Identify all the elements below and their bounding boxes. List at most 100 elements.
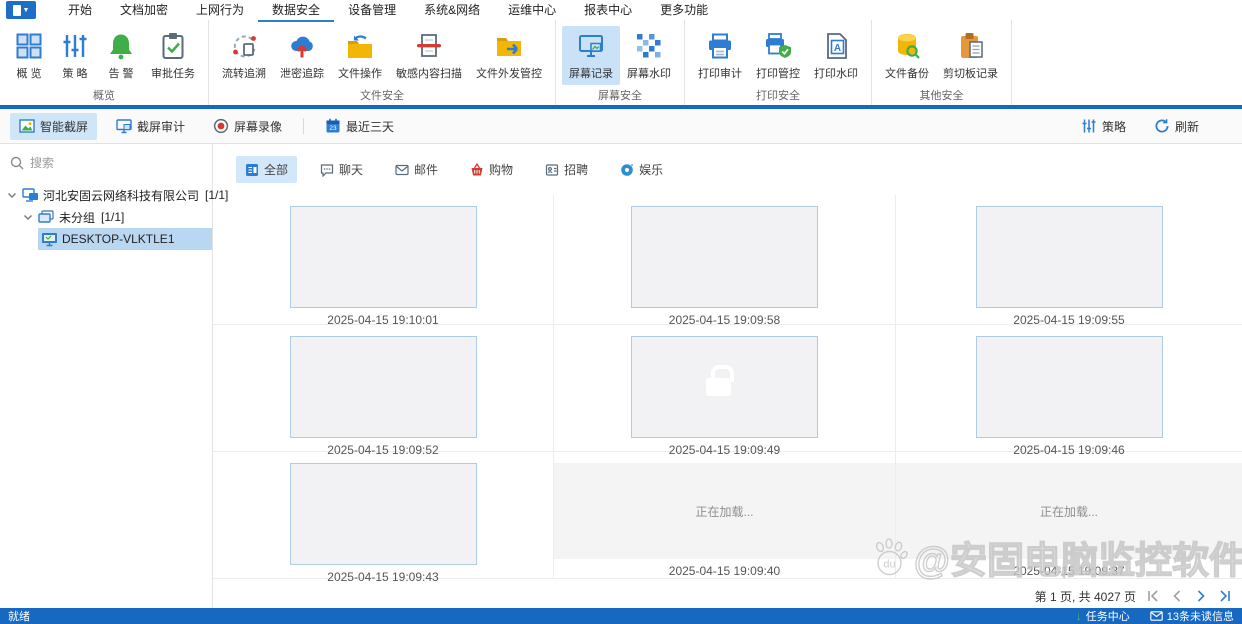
ribbon-button-screen-record[interactable]: 屏幕记录: [562, 26, 620, 85]
screenshot-thumbnail[interactable]: [631, 336, 818, 438]
ribbon-button-overview[interactable]: 概 览: [6, 26, 52, 85]
filter-recruitment[interactable]: 招聘: [536, 156, 597, 183]
last-page-icon[interactable]: [1218, 589, 1232, 603]
ribbon-button-screen-watermark[interactable]: 屏幕水印: [620, 26, 678, 85]
screenshot-thumbnail[interactable]: [290, 463, 477, 565]
search-box[interactable]: [0, 152, 212, 180]
menu-start[interactable]: 开始: [54, 0, 106, 22]
screenshot-cell[interactable]: 正在加载... 2025-04-15 19:09:37: [896, 452, 1242, 579]
menu-ops-center[interactable]: 运维中心: [494, 0, 570, 22]
svg-text:23: 23: [329, 125, 337, 132]
screenshot-cell[interactable]: 2025-04-15 19:10:01: [213, 195, 554, 325]
menu-items: 开始 文档加密 上网行为 数据安全 设备管理 系统&网络 运维中心 报表中心 更…: [54, 0, 722, 22]
screenshot-thumbnail[interactable]: [631, 206, 818, 308]
chevron-down-icon: ▼: [23, 7, 30, 14]
group-icon: [38, 210, 55, 225]
ribbon-group-overview: 概 览 策 略 告 警 审批任务 概览: [0, 20, 209, 105]
chevron-down-icon: [6, 189, 18, 201]
folder-return-icon: [345, 31, 375, 61]
ribbon-group-label: 文件安全: [215, 85, 549, 108]
screenshot-panel: 全部 聊天 邮件 购物 招聘 娱乐: [213, 144, 1242, 608]
capture-audit-button[interactable]: 截屏审计: [107, 113, 194, 140]
ribbon-button-sensitive-content-scan[interactable]: 敏感内容扫描: [389, 26, 469, 85]
screenshot-cell[interactable]: 2025-04-15 19:09:55: [896, 195, 1242, 325]
screenshot-grid: 2025-04-15 19:10:01 2025-04-15 19:09:58 …: [213, 195, 1242, 584]
screenshot-cell[interactable]: 2025-04-15 19:09:46: [896, 325, 1242, 452]
screenshot-thumbnail[interactable]: [976, 206, 1163, 308]
cloud-upload-icon: [287, 31, 317, 61]
next-page-icon[interactable]: [1194, 589, 1208, 603]
monitor-icon: [116, 118, 132, 134]
filter-entertainment[interactable]: 娱乐: [611, 156, 672, 183]
refresh-button[interactable]: 刷新: [1145, 113, 1208, 140]
picture-icon: [19, 118, 35, 134]
ribbon-button-alert[interactable]: 告 警: [98, 26, 144, 85]
recent-days-button[interactable]: 23 最近三天: [316, 113, 403, 140]
media-disc-icon: [620, 163, 634, 177]
screenshot-cell[interactable]: 2025-04-15 19:09:58: [554, 195, 896, 325]
screenshot-cell[interactable]: 2025-04-15 19:09:43: [213, 452, 554, 579]
tree-node-company[interactable]: 河北安固云网络科技有限公司 [1/1]: [0, 184, 212, 206]
filter-mail[interactable]: 邮件: [386, 156, 447, 183]
menu-web-behavior[interactable]: 上网行为: [182, 0, 258, 22]
screenshot-cell[interactable]: 正在加载... 2025-04-15 19:09:40: [554, 452, 896, 579]
ribbon-button-file-backup[interactable]: 文件备份: [878, 26, 936, 85]
screenshot-thumbnail[interactable]: [290, 206, 477, 308]
printer-icon: [705, 31, 735, 61]
ribbon-button-approval-tasks[interactable]: 审批任务: [144, 26, 202, 85]
device-tree: 河北安固云网络科技有限公司 [1/1] 未分组 [1/1] DESKTOP-VL…: [0, 180, 212, 250]
screenshot-cell[interactable]: 2025-04-15 19:09:52: [213, 325, 554, 452]
database-search-icon: [892, 31, 922, 61]
ribbon-group-label: 其他安全: [878, 85, 1005, 108]
filter-chat[interactable]: 聊天: [311, 156, 372, 183]
screenshot-thumbnail[interactable]: [976, 336, 1163, 438]
tree-node-computer[interactable]: DESKTOP-VLKTLE1: [38, 228, 212, 250]
menu-more-features[interactable]: 更多功能: [646, 0, 722, 22]
ribbon-button-leak-tracking[interactable]: 泄密追踪: [273, 26, 331, 85]
screen-recording-button[interactable]: 屏幕录像: [204, 113, 291, 140]
menu-doc-encryption[interactable]: 文档加密: [106, 0, 182, 22]
chat-bubble-icon: [320, 163, 334, 177]
search-icon: [10, 156, 24, 170]
app-menu-button[interactable]: ▼: [6, 1, 36, 19]
screenshot-thumbnail[interactable]: [290, 336, 477, 438]
ribbon-button-circulation-trace[interactable]: 流转追溯: [215, 26, 273, 85]
menu-data-security[interactable]: 数据安全: [258, 0, 334, 22]
ribbon-button-clipboard-record[interactable]: 剪切板记录: [936, 26, 1005, 85]
tree-node-ungrouped[interactable]: 未分组 [1/1]: [0, 206, 212, 228]
ribbon-button-print-watermark[interactable]: A 打印水印: [807, 26, 865, 85]
status-ready: 就绪: [8, 608, 30, 624]
envelope-icon: [395, 163, 409, 177]
page-info: 第 1 页, 共 4027 页: [1035, 588, 1136, 605]
sliders-icon: [1081, 118, 1097, 134]
search-input[interactable]: [30, 156, 190, 170]
ribbon-button-policy[interactable]: 策 略: [52, 26, 98, 85]
policy-button[interactable]: 策略: [1072, 113, 1135, 140]
category-filter-bar: 全部 聊天 邮件 购物 招聘 娱乐: [213, 144, 1242, 195]
smart-capture-button[interactable]: 智能截屏: [10, 113, 97, 140]
prev-page-icon[interactable]: [1170, 589, 1184, 603]
menu-report-center[interactable]: 报表中心: [570, 0, 646, 22]
ribbon-button-file-outgoing-control[interactable]: 文件外发管控: [469, 26, 549, 85]
pixel-watermark-icon: [634, 31, 664, 61]
sub-toolbar: 智能截屏 截屏审计 屏幕录像 23 最近三天 策略 刷新: [0, 109, 1242, 144]
ribbon-button-print-control[interactable]: 打印管控: [749, 26, 807, 85]
ribbon-group-label: 打印安全: [691, 85, 865, 108]
menubar: ▼ 开始 文档加密 上网行为 数据安全 设备管理 系统&网络 运维中心 报表中心…: [0, 0, 1242, 20]
menu-system-network[interactable]: 系统&网络: [410, 0, 494, 22]
document-scan-icon: [414, 31, 444, 61]
envelope-icon: [1150, 611, 1163, 621]
first-page-icon[interactable]: [1146, 589, 1160, 603]
file-icon: [13, 5, 21, 16]
ribbon-button-file-operations[interactable]: 文件操作: [331, 26, 389, 85]
status-bar: 就绪 ↓ 任务中心 13条未读信息: [0, 608, 1242, 624]
screenshot-cell[interactable]: 2025-04-15 19:09:49: [554, 325, 896, 452]
unread-messages-button[interactable]: 13条未读信息: [1150, 608, 1234, 624]
filter-shopping[interactable]: 购物: [461, 156, 522, 183]
ribbon-button-print-audit[interactable]: 打印审计: [691, 26, 749, 85]
filter-all[interactable]: 全部: [236, 156, 297, 183]
menu-device-management[interactable]: 设备管理: [334, 0, 410, 22]
ribbon-group-screen-security: 屏幕记录 屏幕水印 屏幕安全: [556, 20, 685, 105]
ribbon: 概 览 策 略 告 警 审批任务 概览: [0, 20, 1242, 105]
task-center-button[interactable]: ↓ 任务中心: [1076, 608, 1130, 624]
